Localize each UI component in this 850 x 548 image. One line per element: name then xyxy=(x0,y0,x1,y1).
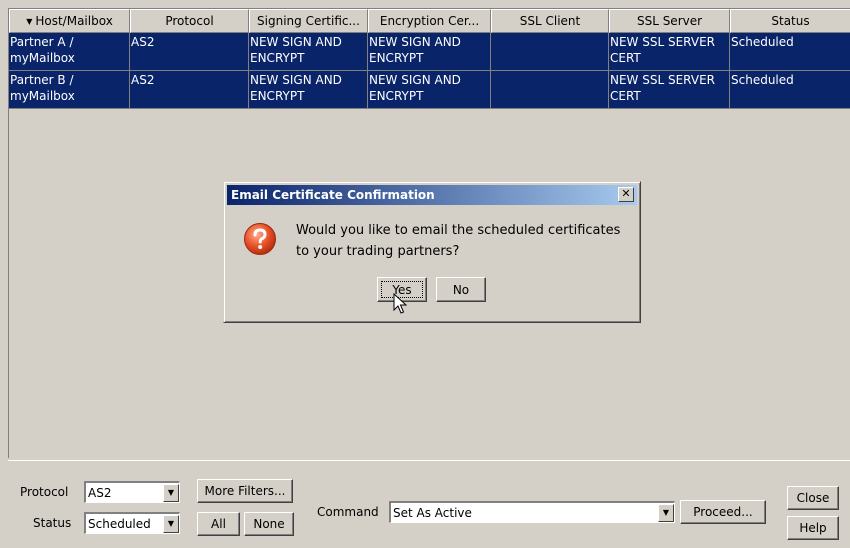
column-header-label: SSL Client xyxy=(519,14,581,28)
column-header-label: Signing Certific... xyxy=(257,14,360,28)
status-filter-select[interactable]: Scheduled ▼ xyxy=(84,512,180,534)
table-cell-encryption[interactable]: NEW SIGN AND ENCRYPT xyxy=(368,33,491,71)
table-cell-encryption[interactable]: NEW SIGN AND ENCRYPT xyxy=(368,71,491,109)
cell-text: NEW SIGN AND xyxy=(250,35,342,49)
command-label: Command xyxy=(317,505,379,519)
command-select[interactable]: Set As Active ▼ xyxy=(389,501,675,523)
more-filters-button[interactable]: More Filters... xyxy=(197,479,293,503)
column-header[interactable]: Signing Certific... xyxy=(249,9,368,33)
cell-text: ENCRYPT xyxy=(369,51,424,65)
select-none-button[interactable]: None xyxy=(244,512,294,536)
cell-text: AS2 xyxy=(131,73,155,87)
dialog-titlebar[interactable]: Email Certificate Confirmation ✕ xyxy=(227,185,637,205)
cell-text: NEW SSL SERVER xyxy=(610,73,715,87)
status-filter-label: Status xyxy=(33,516,72,530)
mouse-cursor-icon xyxy=(393,293,407,314)
cell-text: myMailbox xyxy=(10,89,75,103)
column-header-label: Protocol xyxy=(165,14,214,28)
table-cell-signing[interactable]: NEW SIGN AND ENCRYPT xyxy=(249,33,368,71)
table-cell-host[interactable]: Partner A / myMailbox xyxy=(9,33,130,71)
protocol-filter-label: Protocol xyxy=(20,485,69,499)
cell-text: ENCRYPT xyxy=(250,51,305,65)
column-header-label: Status xyxy=(771,14,810,28)
close-icon[interactable]: ✕ xyxy=(618,187,634,202)
column-header[interactable]: Status xyxy=(730,9,850,33)
column-header[interactable]: Encryption Cer... xyxy=(368,9,491,33)
cell-text: NEW SIGN AND xyxy=(250,73,342,87)
table-cell-protocol[interactable]: AS2 xyxy=(130,71,249,109)
column-header[interactable]: ▼ Host/Mailbox xyxy=(9,9,130,33)
table-cell-ssl-server[interactable]: NEW SSL SERVER CERT xyxy=(609,33,730,71)
filter-bar: Protocol AS2 ▼ Status Scheduled ▼ More F… xyxy=(8,460,850,548)
close-button[interactable]: Close xyxy=(787,486,839,510)
table-cell-status[interactable]: Scheduled xyxy=(730,33,850,71)
table-cell-ssl-server[interactable]: NEW SSL SERVER CERT xyxy=(609,71,730,109)
cell-text: Scheduled xyxy=(731,35,794,49)
dialog-title: Email Certificate Confirmation xyxy=(231,188,435,202)
column-header[interactable]: Protocol xyxy=(130,9,249,33)
chevron-down-icon[interactable]: ▼ xyxy=(163,483,179,502)
dialog-message-line: Would you like to email the scheduled ce… xyxy=(296,223,621,238)
chevron-down-icon[interactable]: ▼ xyxy=(163,514,179,533)
question-icon xyxy=(244,223,276,255)
no-button[interactable]: No xyxy=(436,277,486,302)
dialog-message-line: to your trading partners? xyxy=(296,244,460,259)
cell-text: Partner A / xyxy=(10,35,74,49)
column-header-label: Encryption Cer... xyxy=(379,14,480,28)
cell-text: Scheduled xyxy=(731,73,794,87)
table-header: ▼ Host/Mailbox Protocol Signing Certific...… xyxy=(9,9,850,33)
table-cell-ssl-client[interactable] xyxy=(491,33,609,71)
command-value: Set As Active xyxy=(393,505,472,520)
email-confirmation-dialog: Email Certificate Confirmation ✕ Would y… xyxy=(223,181,641,323)
table-cell-host[interactable]: Partner B / myMailbox xyxy=(9,71,130,109)
cell-text: NEW SSL SERVER xyxy=(610,35,715,49)
table-cell-signing[interactable]: NEW SIGN AND ENCRYPT xyxy=(249,71,368,109)
cell-text: ENCRYPT xyxy=(369,89,424,103)
status-filter-value: Scheduled xyxy=(88,516,151,531)
table-body: Partner A / myMailbox AS2 NEW SIGN AND ENCRY… xyxy=(9,33,850,109)
table-cell-protocol[interactable]: AS2 xyxy=(130,33,249,71)
cell-text: NEW SIGN AND xyxy=(369,35,461,49)
cell-text: AS2 xyxy=(131,35,155,49)
column-header[interactable]: SSL Client xyxy=(491,9,609,33)
chevron-down-icon[interactable]: ▼ xyxy=(658,503,674,522)
protocol-filter-value: AS2 xyxy=(88,485,112,500)
protocol-filter-select[interactable]: AS2 ▼ xyxy=(84,481,180,503)
table-cell-ssl-client[interactable] xyxy=(491,71,609,109)
table-cell-status[interactable]: Scheduled xyxy=(730,71,850,109)
help-button[interactable]: Help xyxy=(787,516,839,540)
cell-text: ENCRYPT xyxy=(250,89,305,103)
select-all-button[interactable]: All xyxy=(197,512,240,536)
dialog-message: Would you like to email the scheduled ce… xyxy=(296,220,636,262)
cell-text: CERT xyxy=(610,51,641,65)
cell-text: myMailbox xyxy=(10,51,75,65)
cell-text: NEW SIGN AND xyxy=(369,73,461,87)
column-header-label: Host/Mailbox xyxy=(35,14,113,28)
table-row[interactable]: Partner B / myMailbox AS2 NEW SIGN AND ENCRY… xyxy=(9,71,850,109)
column-header[interactable]: SSL Server xyxy=(609,9,730,33)
sort-descending-icon: ▼ xyxy=(26,16,33,26)
column-header-label: SSL Server xyxy=(636,14,703,28)
proceed-button[interactable]: Proceed... xyxy=(680,500,766,524)
cell-text: CERT xyxy=(610,89,641,103)
table-row[interactable]: Partner A / myMailbox AS2 NEW SIGN AND ENCRY… xyxy=(9,33,850,71)
cell-text: Partner B / xyxy=(10,73,74,87)
